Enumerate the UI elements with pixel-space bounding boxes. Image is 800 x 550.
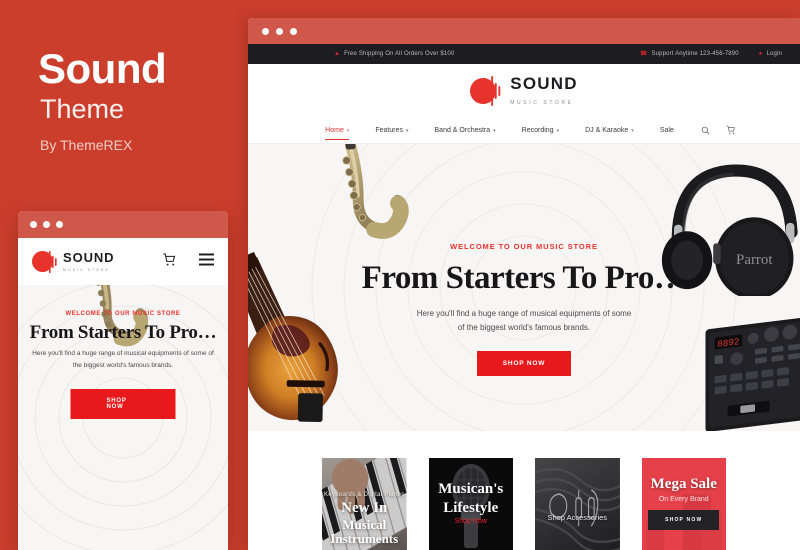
poster-root: Sound Theme By ThemeREX SOUND MUSIC STOR… bbox=[0, 0, 800, 550]
card-accessories-label: Shop Accessories bbox=[547, 512, 608, 522]
site-logo-bar: SOUND MUSIC STORE bbox=[248, 64, 800, 118]
hero-section: Parrot 0892 WELCOME TO OUR MUSIC STORE F… bbox=[248, 144, 800, 431]
browser-mockup: ▲ Free Shipping On All Orders Over $100 … bbox=[248, 18, 800, 550]
phone-icon: ☎ bbox=[639, 51, 648, 57]
mobile-hero-kicker: WELCOME TO OUR MUSIC STORE bbox=[65, 311, 181, 317]
logo-mark-icon bbox=[32, 250, 58, 274]
nav-item-sale-label: Sale bbox=[659, 127, 674, 134]
cart-icon[interactable] bbox=[162, 252, 177, 272]
promo-cards: Keyboards & Digital Pianos New In Musica… bbox=[248, 458, 800, 550]
hero-subtitle-line1: Here you'll find a huge range of musical… bbox=[416, 309, 632, 318]
mobile-hero-title: From Starters To Pro… bbox=[29, 322, 217, 343]
nav-item-band-orchestra[interactable]: Band & Orchestra ▾ bbox=[422, 127, 509, 134]
site-navigation: Home ▾ Features ▾ Band & Orchestra ▾ Rec… bbox=[248, 118, 800, 144]
nav-item-dj-karaoke[interactable]: DJ & Karaoke ▾ bbox=[572, 127, 647, 134]
browser-window-chrome bbox=[248, 18, 800, 44]
card-keyboards-title2: Musical Instruments bbox=[330, 516, 399, 546]
card-lifestyle-title2: Lifestyle bbox=[443, 499, 499, 516]
window-dot-3[interactable] bbox=[56, 221, 63, 228]
nav-item-sale[interactable]: Sale bbox=[647, 127, 687, 134]
card-accessories[interactable]: Shop Accessories bbox=[535, 458, 620, 550]
nav-icons bbox=[687, 122, 736, 140]
truck-icon: ▲ bbox=[334, 51, 341, 57]
nav-item-features-label: Features bbox=[375, 127, 403, 134]
mobile-header-icons bbox=[162, 252, 214, 272]
mobile-logo-tagline: MUSIC STORE bbox=[63, 268, 110, 273]
nav-item-home-label: Home bbox=[325, 127, 344, 134]
nav-item-recording[interactable]: Recording ▾ bbox=[509, 127, 572, 134]
topbar-login-label: Login bbox=[766, 51, 782, 57]
window-dot-1[interactable] bbox=[30, 221, 37, 228]
window-dot-1[interactable] bbox=[262, 27, 269, 35]
mobile-mockup: SOUND MUSIC STORE WELCOME TO OUR MUSIC S… bbox=[18, 211, 228, 550]
promo-subtitle: Theme bbox=[40, 94, 125, 124]
site-logo[interactable]: SOUND MUSIC STORE bbox=[470, 75, 577, 108]
mobile-hero: WELCOME TO OUR MUSIC STORE From Starters… bbox=[18, 285, 228, 550]
nav-item-band-orchestra-label: Band & Orchestra bbox=[434, 127, 491, 134]
card-keyboards-kicker: Keyboards & Digital Pianos bbox=[323, 491, 405, 498]
mobile-site-header: SOUND MUSIC STORE bbox=[18, 238, 228, 285]
mobile-hero-subtitle: Here you'll find a huge range of musical… bbox=[32, 348, 214, 371]
topbar-login[interactable]: ● Login bbox=[759, 51, 782, 57]
hero-shop-now-button-wrap: SHOP NOW bbox=[248, 335, 800, 376]
card-lifestyle[interactable]: Musican's Lifestyle Shop Now bbox=[428, 458, 513, 550]
card-lifestyle-link[interactable]: Shop Now bbox=[455, 518, 487, 525]
chevron-down-icon: ▾ bbox=[346, 127, 350, 134]
window-dot-3[interactable] bbox=[290, 27, 297, 35]
mobile-logo[interactable]: SOUND MUSIC STORE bbox=[32, 250, 114, 274]
nav-item-dj-karaoke-label: DJ & Karaoke bbox=[585, 127, 629, 134]
window-dot-2[interactable] bbox=[43, 221, 50, 228]
chevron-down-icon: ▾ bbox=[631, 127, 634, 134]
search-icon[interactable] bbox=[701, 122, 710, 140]
card-mega-sale-subtitle: On Every Brand bbox=[658, 495, 709, 503]
nav-item-home[interactable]: Home ▾ bbox=[312, 127, 362, 140]
card-keyboards[interactable]: Keyboards & Digital Pianos New In Musica… bbox=[322, 458, 407, 550]
mobile-logo-text: SOUND MUSIC STORE bbox=[63, 250, 114, 273]
hamburger-menu-icon[interactable] bbox=[199, 253, 214, 271]
card-lifestyle-title: Musican's bbox=[438, 481, 504, 498]
chevron-down-icon: ▾ bbox=[556, 127, 560, 134]
cart-icon[interactable] bbox=[726, 122, 736, 140]
window-dot-2[interactable] bbox=[276, 27, 283, 35]
mobile-hero-subtitle-line1: Here you'll find a huge range of musical… bbox=[32, 350, 207, 357]
topbar-right: ☎ Support Anytime 123-456-7890 ● Login bbox=[640, 51, 782, 57]
hero-shop-now-button[interactable]: SHOP NOW bbox=[476, 351, 572, 376]
mobile-logo-name: SOUND bbox=[63, 250, 115, 266]
card-mega-sale[interactable]: Mega Sale On Every Brand SHOP NOW bbox=[641, 458, 726, 550]
hero-subtitle-line2: of the biggest world's famous brands. bbox=[457, 323, 591, 332]
chevron-down-icon: ▾ bbox=[493, 127, 496, 134]
mobile-window-chrome bbox=[18, 211, 228, 238]
logo-mark-icon bbox=[470, 76, 502, 106]
nav-item-features[interactable]: Features ▾ bbox=[362, 127, 421, 134]
site-topbar: ▲ Free Shipping On All Orders Over $100 … bbox=[248, 44, 800, 64]
hero-title: From Starters To Pro… bbox=[361, 260, 687, 296]
promo-title: Sound bbox=[38, 45, 167, 92]
user-icon: ● bbox=[758, 51, 763, 57]
topbar-support[interactable]: ☎ Support Anytime 123-456-7890 bbox=[640, 51, 739, 57]
promo-author: By ThemeREX bbox=[40, 137, 133, 153]
topbar-shipping: ▲ Free Shipping On All Orders Over $100 bbox=[334, 51, 454, 57]
card-mega-sale-button[interactable]: SHOP NOW bbox=[648, 509, 720, 530]
hero-subtitle: Here you'll find a huge range of musical… bbox=[248, 307, 800, 335]
card-mega-sale-title: Mega Sale bbox=[650, 476, 717, 493]
cables-accessories-image bbox=[535, 458, 620, 550]
hero-kicker: WELCOME TO OUR MUSIC STORE bbox=[450, 242, 598, 251]
mobile-shop-now-button[interactable]: SHOP NOW bbox=[70, 389, 176, 419]
nav-item-recording-label: Recording bbox=[521, 127, 554, 134]
topbar-support-label: Support Anytime 123-456-7890 bbox=[651, 51, 739, 57]
card-keyboards-title: New In bbox=[341, 499, 388, 516]
site-logo-tagline: MUSIC STORE bbox=[510, 99, 574, 106]
site-logo-name: SOUND bbox=[510, 73, 578, 93]
site-logo-text: SOUND MUSIC STORE bbox=[510, 75, 577, 108]
chevron-down-icon: ▾ bbox=[406, 127, 409, 134]
hero-content: WELCOME TO OUR MUSIC STORE From Starters… bbox=[248, 242, 800, 376]
topbar-shipping-label: Free Shipping On All Orders Over $100 bbox=[344, 51, 455, 57]
